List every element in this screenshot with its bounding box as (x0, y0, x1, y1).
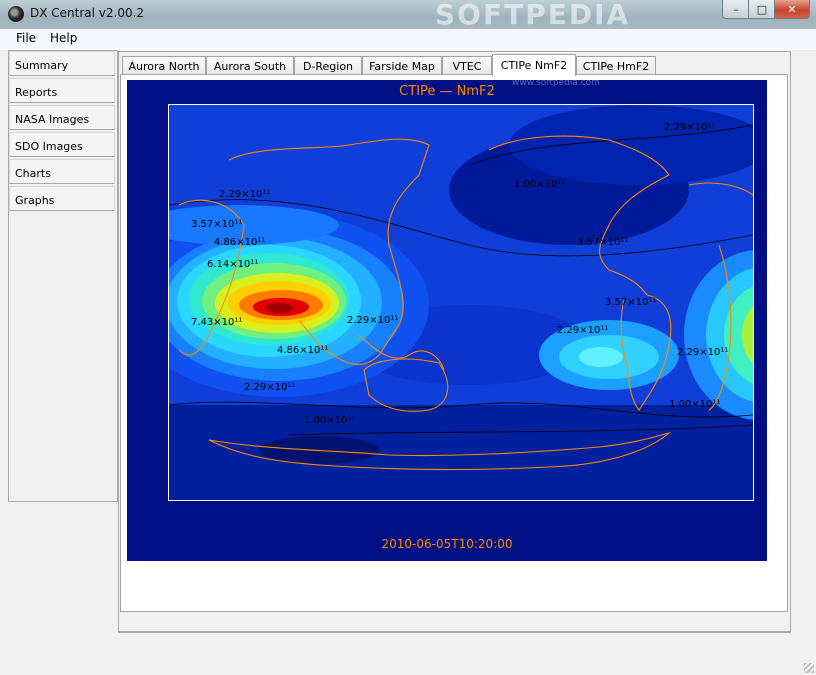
tab-d-region[interactable]: D-Region (294, 56, 362, 75)
watermark-url: www.softpedia.com (512, 78, 600, 88)
sidebar: Summary Reports NASA Images SDO Images C… (8, 50, 118, 502)
field-low-south (169, 405, 753, 500)
sidebar-item-label: Graphs (15, 194, 55, 207)
contour-label: 2.29×10¹¹ (219, 189, 270, 200)
resize-grip-icon[interactable] (804, 663, 814, 673)
contour-label: 2.29×10¹¹ (347, 315, 398, 326)
sidebar-item-summary[interactable]: Summary (9, 51, 115, 76)
contour-label: 3.57×10¹¹ (577, 237, 628, 248)
sidebar-item-graphs[interactable]: Graphs (9, 186, 115, 211)
contour-label: 2.29×10¹¹ (557, 325, 608, 336)
contour-label: 2.29×10¹¹ (244, 382, 295, 393)
sidebar-item-label: NASA Images (15, 113, 90, 126)
tab-label: D-Region (302, 59, 354, 73)
map-title: CTIPe — NmF2 (399, 84, 495, 99)
tab-label: Farside Map (369, 59, 435, 73)
tab-aurora-south[interactable]: Aurora South (206, 56, 294, 75)
contour-label: 4.86×10¹¹ (277, 345, 328, 356)
contour-label: 2.29×10¹¹ (677, 347, 728, 358)
minimize-icon: – (733, 2, 739, 16)
tab-farside-map[interactable]: Farside Map (362, 56, 442, 75)
contour-label: 1.00×10¹¹ (669, 399, 720, 410)
contour-label: 3.57×10¹¹ (605, 297, 656, 308)
contour-label: 6.14×10¹¹ (207, 259, 258, 270)
maximize-icon: □ (756, 2, 768, 16)
contour-label: 3.57×10¹¹ (191, 219, 242, 230)
sidebar-item-charts[interactable]: Charts (9, 159, 115, 184)
menu-help[interactable]: Help (50, 31, 77, 45)
title-bar: DX Central v2.00.2 SOFTPEDIA – □ ✕ (0, 0, 816, 31)
tab-ctipe-nmf2[interactable]: CTIPe NmF2 (492, 54, 576, 76)
contour-label: 4.86×10¹¹ (214, 237, 265, 248)
watermark-logo: SOFTPEDIA (435, 0, 631, 31)
app-icon (8, 6, 24, 22)
map-timestamp: 2010-06-05T10:20:00 (381, 537, 513, 551)
sidebar-item-label: Reports (15, 86, 58, 99)
sidebar-item-reports[interactable]: Reports (9, 78, 115, 103)
contour-label: 1.00×10¹¹ (304, 415, 355, 426)
tab-ctipe-hmf2[interactable]: CTIPe HmF2 (576, 56, 656, 75)
menu-bar: File Help (0, 29, 816, 50)
contour-label: 7.43×10¹¹ (191, 317, 242, 328)
contour-south-america-3 (579, 347, 623, 367)
sidebar-item-label: Summary (15, 59, 69, 72)
tab-label: Aurora South (213, 59, 287, 73)
window-title: DX Central v2.00.2 (30, 6, 145, 20)
contour-map: 2.29×10¹¹ 3.57×10¹¹ 4.86×10¹¹ 6.14×10¹¹ … (168, 104, 754, 501)
tab-label: CTIPe HmF2 (582, 59, 650, 73)
close-button[interactable]: ✕ (774, 0, 810, 19)
divider (118, 631, 790, 632)
sidebar-item-sdo-images[interactable]: SDO Images (9, 132, 115, 157)
minimize-button[interactable]: – (722, 0, 750, 19)
contour-svg: 2.29×10¹¹ 3.57×10¹¹ 4.86×10¹¹ 6.14×10¹¹ … (169, 105, 753, 500)
tab-label: Aurora North (128, 59, 200, 73)
close-icon: ✕ (787, 2, 797, 16)
divider (0, 49, 816, 50)
tab-aurora-north[interactable]: Aurora North (122, 56, 206, 75)
contour-label: 2.29×10¹¹ (664, 122, 715, 133)
contour-label: 1.00×10¹¹ (514, 179, 565, 190)
maximize-button[interactable]: □ (748, 0, 776, 19)
contour-band-11 (265, 303, 293, 313)
sidebar-item-label: Charts (15, 167, 51, 180)
tab-label: VTEC (452, 59, 482, 73)
menu-file[interactable]: File (16, 31, 36, 45)
tab-label: CTIPe NmF2 (500, 59, 568, 72)
sidebar-item-label: SDO Images (15, 140, 83, 153)
sidebar-item-nasa-images[interactable]: NASA Images (9, 105, 115, 130)
tab-vtec[interactable]: VTEC (442, 56, 492, 75)
